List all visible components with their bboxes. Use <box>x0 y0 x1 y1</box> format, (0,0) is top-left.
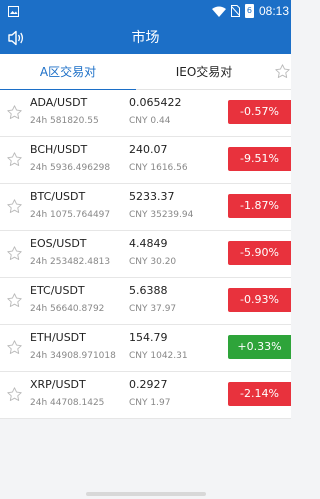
tab-ieo[interactable]: IEO交易对 <box>136 54 272 90</box>
cny-price: CNY 1.97 <box>129 398 171 408</box>
change-badge: -1.87% <box>228 194 291 218</box>
last-price: 154.79 <box>129 331 168 344</box>
market-row[interactable]: BTC/USDT 24h 1075.764497 5233.37 CNY 352… <box>0 184 291 231</box>
favorite-star-icon[interactable] <box>6 292 23 309</box>
last-price: 4.4849 <box>129 237 168 250</box>
market-row[interactable]: XRP/USDT 24h 44708.1425 0.2927 CNY 1.97 … <box>0 372 291 419</box>
tab-ieo-label: IEO交易对 <box>175 65 233 79</box>
no-sim-icon <box>230 2 241 21</box>
change-badge: -2.14% <box>228 382 291 406</box>
status-bar: 6 08:13 <box>0 0 291 22</box>
change-badge: -0.93% <box>228 288 291 312</box>
pair-name: ADA/USDT <box>30 96 88 109</box>
cny-price: CNY 35239.94 <box>129 210 194 220</box>
tab-a-zone[interactable]: A区交易对 <box>0 54 136 91</box>
pair-name: XRP/USDT <box>30 378 86 391</box>
wifi-icon <box>211 2 226 21</box>
market-row[interactable]: ETH/USDT 24h 34908.971018 154.79 CNY 104… <box>0 325 291 372</box>
battery-icon: 6 <box>244 4 254 18</box>
favorite-star-icon[interactable] <box>6 151 23 168</box>
volume-24h: 24h 5936.496298 <box>30 163 111 173</box>
market-list: ADA/USDT 24h 581820.55 0.065422 CNY 0.44… <box>0 90 291 419</box>
battery-label: 6 <box>246 6 253 15</box>
favorite-star-icon[interactable] <box>6 104 23 121</box>
volume-24h: 24h 34908.971018 <box>30 351 116 361</box>
status-time: 08:13 <box>258 4 289 18</box>
favorite-star-icon[interactable] <box>6 245 23 262</box>
cny-price: CNY 1042.31 <box>129 351 188 361</box>
volume-24h: 24h 253482.4813 <box>30 257 111 267</box>
volume-24h: 24h 56640.8792 <box>30 304 105 314</box>
volume-24h: 24h 44708.1425 <box>30 398 105 408</box>
market-tabs: A区交易对 IEO交易对 <box>0 54 291 91</box>
change-badge: -9.51% <box>228 147 291 171</box>
market-row[interactable]: ETC/USDT 24h 56640.8792 5.6388 CNY 37.97… <box>0 278 291 325</box>
volume-24h: 24h 1075.764497 <box>30 210 111 220</box>
tab-a-zone-label: A区交易对 <box>39 65 97 79</box>
cny-price: CNY 0.44 <box>129 116 171 126</box>
cny-price: CNY 30.20 <box>129 257 177 267</box>
header-bar: 市场 <box>0 22 291 54</box>
volume-24h: 24h 581820.55 <box>30 116 99 126</box>
market-row[interactable]: BCH/USDT 24h 5936.496298 240.07 CNY 1616… <box>0 137 291 184</box>
pair-name: EOS/USDT <box>30 237 87 250</box>
last-price: 240.07 <box>129 143 168 156</box>
last-price: 5.6388 <box>129 284 168 297</box>
cny-price: CNY 1616.56 <box>129 163 188 173</box>
last-price: 0.2927 <box>129 378 168 391</box>
last-price: 0.065422 <box>129 96 182 109</box>
favorite-star-icon[interactable] <box>6 339 23 356</box>
cny-price: CNY 37.97 <box>129 304 177 314</box>
pair-name: ETH/USDT <box>30 331 86 344</box>
pair-name: BTC/USDT <box>30 190 86 203</box>
page-title: 市场 <box>131 30 160 46</box>
last-price: 5233.37 <box>129 190 175 203</box>
gallery-icon <box>8 0 19 22</box>
pair-name: BCH/USDT <box>30 143 88 156</box>
market-row[interactable]: EOS/USDT 24h 253482.4813 4.4849 CNY 30.2… <box>0 231 291 278</box>
market-row[interactable]: ADA/USDT 24h 581820.55 0.065422 CNY 0.44… <box>0 90 291 137</box>
favorites-tab-star-icon[interactable] <box>274 63 291 80</box>
favorite-star-icon[interactable] <box>6 386 23 403</box>
pair-name: ETC/USDT <box>30 284 85 297</box>
favorite-star-icon[interactable] <box>6 198 23 215</box>
home-indicator <box>86 492 206 496</box>
change-badge: -0.57% <box>228 100 291 124</box>
change-badge: -5.90% <box>228 241 291 265</box>
empty-area <box>0 420 291 499</box>
change-badge: +0.33% <box>228 335 291 359</box>
